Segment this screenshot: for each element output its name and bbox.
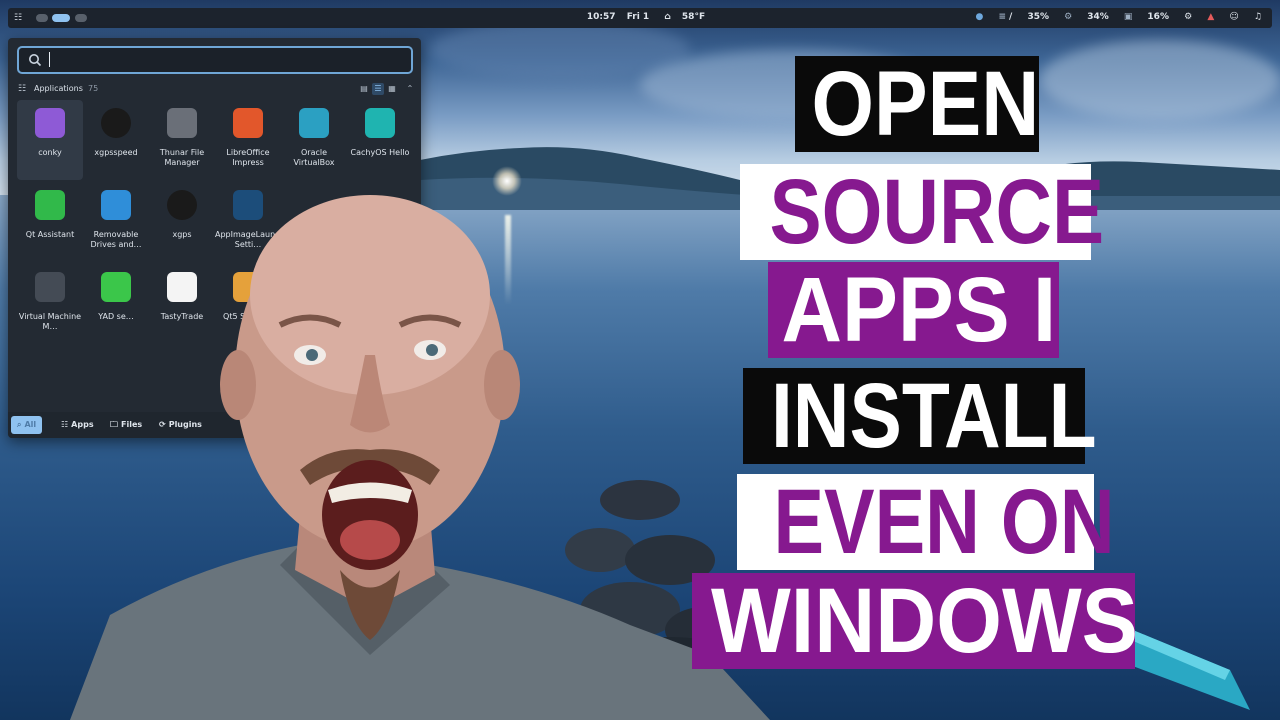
speaker-icon[interactable]: ♫ [1254,12,1262,22]
volume-icon: ≡ [998,12,1007,22]
tab-all[interactable]: ⌕ All [11,416,43,434]
grid-icon: ☷ [18,84,27,94]
applications-header: ☷ Applications 75 ▤ ☰ ▦ ⌃ [18,83,413,97]
cpu-indicator[interactable]: ⚙ 34% [1064,12,1109,22]
headline-line-3: APPS I [768,262,1059,358]
workspace-3[interactable] [75,14,87,22]
conky-icon [35,108,65,138]
app-tile[interactable]: Thunar File Manager [149,100,215,180]
cloud [1040,40,1280,120]
settings-icon[interactable]: ⚙ [1184,12,1192,22]
app-label: Thunar File Manager [159,148,205,167]
app-label: xgpsspeed [94,148,138,157]
app-label: Oracle VirtualBox [293,148,335,167]
grid-icon: ☷ [61,420,69,429]
user-icon[interactable]: ☺ [1229,12,1238,22]
weather-icon: ⌂ [664,12,671,22]
search-box[interactable] [17,46,413,74]
app-tile[interactable]: Oracle VirtualBox [281,100,347,180]
section-count: 75 [88,84,99,93]
app-label: CachyOS Hello [350,148,410,157]
tab-label: All [24,420,37,429]
tux-icon [101,108,131,138]
libreoffice-impress-icon [233,108,263,138]
workspace-2[interactable] [52,14,70,22]
clock[interactable]: 10:57 Fri 1 ⌂ 58°F [568,12,728,22]
memory-icon: ▣ [1123,12,1133,22]
top-panel: ☷ 10:57 Fri 1 ⌂ 58°F ● ≡/ 35% ⚙ 34% ▣ 16% … [8,8,1272,28]
system-tray: ● ≡/ 35% ⚙ 34% ▣ 16% ⚙ ▲ ☺ ♫ [963,12,1262,22]
cachyos-icon [365,108,395,138]
virtualbox-icon [299,108,329,138]
qt-assistant-icon [35,190,65,220]
list-view-icon[interactable]: ▤ [358,83,370,95]
network-icon[interactable]: ● [975,12,983,22]
search-icon: ⌕ [17,420,22,429]
headline-line-4: INSTALL [743,368,1097,464]
section-title: Applications [34,84,83,93]
grid-view-icon[interactable]: ▦ [386,83,398,95]
app-tile[interactable]: CachyOS Hello [347,100,413,180]
app-tile[interactable]: LibreOffice Impress [215,100,281,180]
volume-indicator[interactable]: ≡/ 35% [998,12,1049,22]
virt-manager-icon [35,272,65,302]
memory-indicator[interactable]: ▣ 16% [1124,12,1169,22]
workspace-1[interactable] [36,14,48,22]
app-tile[interactable]: conky [17,100,83,180]
search-icon [29,54,42,67]
search-input[interactable] [49,51,399,69]
cpu-icon: ⚙ [1064,12,1073,22]
app-menu-icon[interactable]: ☷ [13,13,23,23]
clock-time: 10:57 [586,12,616,22]
app-label: conky [38,148,62,157]
clock-day: Fri 1 [626,12,650,22]
text-caret [49,52,50,67]
headline-line-2: SOURCE [740,164,1104,260]
compact-view-icon[interactable]: ☰ [372,83,384,95]
notification-icon[interactable]: ▲ [1207,12,1214,22]
headline-line-1: OPEN [795,56,1039,152]
headline-line-6: WINDOWS [692,573,1138,669]
volume-value: 35% [1027,12,1049,22]
cpu-value: 34% [1087,12,1109,22]
headline-line-5: EVEN ON [737,474,1115,570]
weather: ⌂ 58°F [660,12,709,22]
app-tile[interactable]: xgpsspeed [83,100,149,180]
chevron-up-icon[interactable]: ⌃ [404,83,416,95]
presenter-photo [70,195,770,720]
memory-value: 16% [1147,12,1169,22]
weather-temp: 58°F [681,12,706,22]
thunar-icon [167,108,197,138]
app-label: LibreOffice Impress [226,148,270,167]
